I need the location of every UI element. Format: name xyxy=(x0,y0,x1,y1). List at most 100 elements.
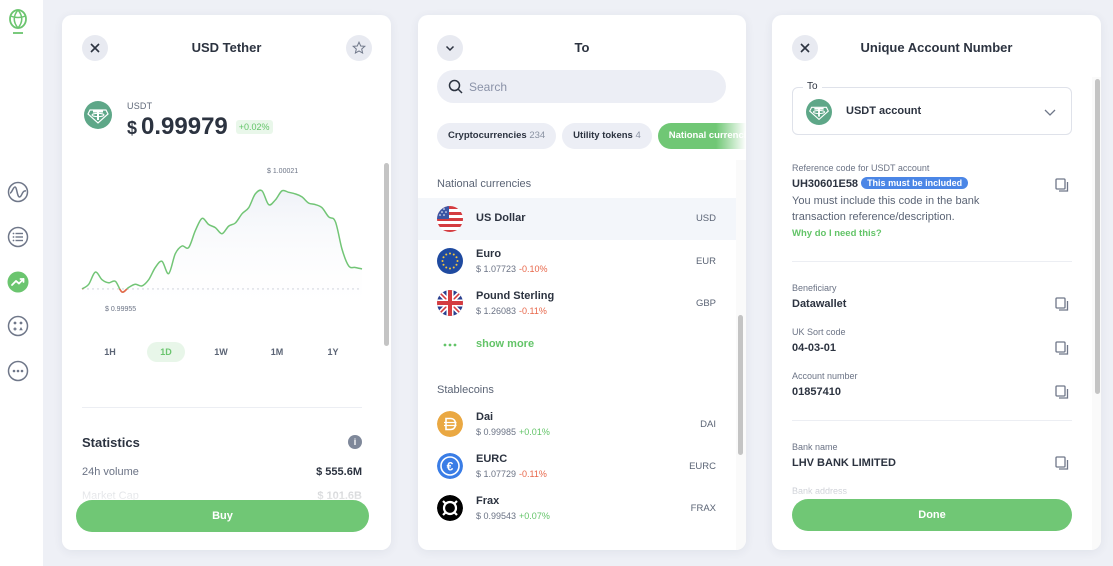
sidebar xyxy=(0,0,43,566)
currency-code: FRAX xyxy=(690,503,716,514)
scrollbar[interactable] xyxy=(1095,79,1100,394)
change: -0.10% xyxy=(519,264,548,274)
eu-star xyxy=(445,266,448,269)
chart-low-label: $ 0.99955 xyxy=(105,306,137,313)
price: $ 1.26083 xyxy=(476,306,517,316)
change: -0.11% xyxy=(519,469,547,479)
change: +0.07% xyxy=(519,511,550,521)
chip-count: 4 xyxy=(635,130,641,141)
dots-icon xyxy=(443,343,457,347)
more-icon[interactable] xyxy=(7,360,29,382)
chip-cryptocurrencies[interactable]: Cryptocurrencies 234 xyxy=(437,123,557,149)
divider xyxy=(792,261,1072,262)
to-account-select[interactable]: To USDT account xyxy=(792,81,1072,135)
price-chart[interactable] xyxy=(62,165,382,320)
currency-price: $ 0.99985 +0.01% xyxy=(476,427,550,437)
currency-name: Euro xyxy=(476,248,502,260)
field-label: Bank name xyxy=(792,442,838,452)
eu-star xyxy=(456,260,459,262)
asset-title: USD Tether xyxy=(191,40,262,55)
price: $ 1.07723 xyxy=(476,264,517,274)
change: -0.11% xyxy=(519,306,547,316)
field-label: UK Sort code xyxy=(792,327,846,337)
chip-label: Cryptocurrencies xyxy=(448,130,527,141)
asset-price: $ 0.99979 +0.02% xyxy=(127,113,273,141)
uk-flag-icon xyxy=(437,290,463,316)
price: $ 1.07729 xyxy=(476,469,517,479)
currency-price: $ 1.26083 -0.11% xyxy=(476,306,547,316)
trending-up-icon[interactable] xyxy=(7,271,29,293)
currency-code: EUR xyxy=(695,256,716,267)
currency-row-eur[interactable]: Euro $ 1.07723 -0.10% EUR xyxy=(418,240,736,282)
search-input[interactable] xyxy=(469,79,709,94)
copy-icon[interactable] xyxy=(1055,341,1069,355)
chart-high-label: $ 1.00021 xyxy=(267,168,299,175)
list-icon[interactable] xyxy=(7,226,29,248)
price-change-badge: +0.02% xyxy=(235,120,273,134)
tether-logo-icon xyxy=(84,101,112,129)
currency-row-dai[interactable]: Dai $ 0.99985 +0.01% DAI xyxy=(418,403,736,445)
copy-icon[interactable] xyxy=(1055,385,1069,399)
beneficiary-value: Datawallet xyxy=(792,298,847,310)
scrollbar[interactable] xyxy=(738,315,743,455)
price: $ 0.99543 xyxy=(476,511,517,521)
buy-button[interactable]: Buy xyxy=(76,500,369,532)
chip-count: 234 xyxy=(529,130,546,141)
favorite-button[interactable] xyxy=(346,35,372,61)
pulse-icon[interactable] xyxy=(7,181,29,203)
chips-fade xyxy=(716,123,746,149)
range-tab-1w[interactable]: 1W xyxy=(202,342,240,362)
to-label: To xyxy=(803,81,822,92)
currency-code: USD xyxy=(695,213,716,224)
chip-label: Utility tokens xyxy=(573,130,633,141)
change: +0.01% xyxy=(519,427,550,437)
apps-icon[interactable] xyxy=(7,315,29,337)
currency-code: EURC xyxy=(689,461,716,472)
category-chips: Cryptocurrencies 234 Utility tokens 4 Nati… xyxy=(437,123,746,149)
currency-name: US Dollar xyxy=(476,212,526,224)
copy-icon[interactable] xyxy=(1055,456,1069,470)
currency-symbol: $ xyxy=(127,118,138,138)
show-more-label: show more xyxy=(476,338,535,350)
currency-row-gbp[interactable]: Pound Sterling $ 1.26083 -0.11% GBP xyxy=(418,282,736,324)
currency-row-usd[interactable]: US Dollar USD xyxy=(418,198,736,240)
us-flag-icon xyxy=(437,206,463,232)
section-title-stablecoins: Stablecoins xyxy=(437,384,494,396)
app-logo-icon[interactable] xyxy=(7,8,29,36)
section-title-national: National currencies xyxy=(437,178,532,190)
sort-code-value: 04-03-01 xyxy=(792,342,837,354)
why-link[interactable]: Why do I need this? xyxy=(792,228,882,239)
to-value: USDT account xyxy=(846,105,922,117)
svg-text:€: € xyxy=(447,460,454,474)
done-button[interactable]: Done xyxy=(792,499,1072,531)
currency-price: $ 1.07729 -0.11% xyxy=(476,469,547,479)
price: $ 0.99985 xyxy=(476,427,517,437)
search-field[interactable] xyxy=(437,70,726,103)
stat-row: 24h volume $ 555.6M xyxy=(82,466,362,478)
eu-star xyxy=(442,256,445,259)
range-tab-1y[interactable]: 1Y xyxy=(314,342,352,362)
eu-star xyxy=(452,253,455,256)
account-number-value: 01857410 xyxy=(792,386,841,398)
eu-star xyxy=(449,267,451,270)
range-tab-1d[interactable]: 1D xyxy=(147,342,185,362)
divider xyxy=(82,407,362,408)
currency-row-frax[interactable]: Frax $ 0.99543 +0.07% FRAX xyxy=(418,487,736,529)
tether-logo-icon xyxy=(806,99,832,125)
chip-utility-tokens[interactable]: Utility tokens 4 xyxy=(562,123,652,149)
scrollbar[interactable] xyxy=(384,163,389,346)
range-tab-1m[interactable]: 1M xyxy=(258,342,296,362)
eu-star xyxy=(442,263,445,266)
currency-row-eurc[interactable]: € EURC $ 1.07729 -0.11% EURC xyxy=(418,445,736,487)
currency-name: EURC xyxy=(476,453,508,465)
copy-icon[interactable] xyxy=(1055,297,1069,311)
eu-star xyxy=(452,266,455,269)
account-title: Unique Account Number xyxy=(860,40,1013,55)
eu-star xyxy=(455,256,458,259)
currency-picker-panel: To Cryptocurrencies 234Utility tokens 4N… xyxy=(418,15,746,550)
show-more-link[interactable]: show more xyxy=(418,335,736,355)
range-tab-1h[interactable]: 1H xyxy=(91,342,129,362)
info-icon[interactable]: i xyxy=(348,435,362,449)
dai-icon xyxy=(437,411,463,437)
copy-icon[interactable] xyxy=(1055,178,1069,192)
